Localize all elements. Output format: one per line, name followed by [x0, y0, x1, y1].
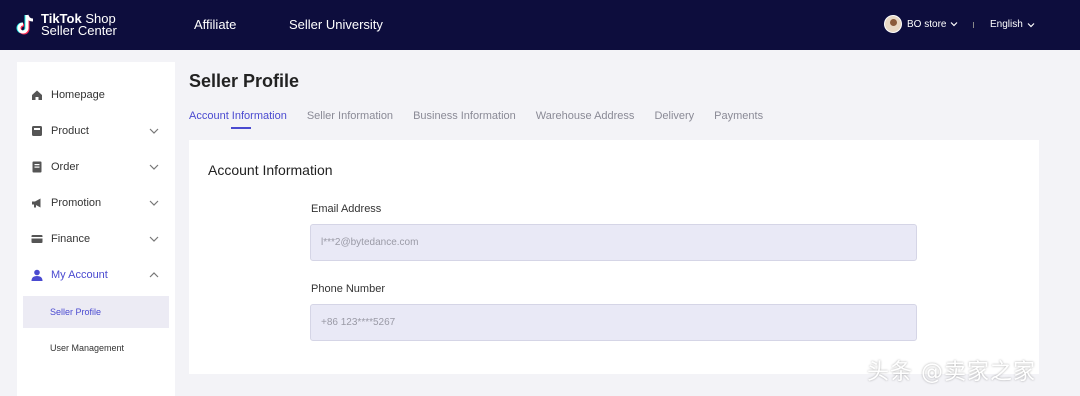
tab-warehouse-address[interactable]: Warehouse Address	[536, 110, 635, 122]
order-icon	[32, 161, 42, 173]
sidebar-item-label: Homepage	[51, 89, 105, 101]
language-label: English	[990, 19, 1023, 30]
phone-label: Phone Number	[311, 283, 385, 295]
chevron-down-icon	[149, 200, 159, 206]
email-field[interactable]	[310, 224, 917, 261]
divider	[973, 22, 974, 28]
page-title: Seller Profile	[189, 71, 300, 91]
tab-account-information[interactable]: Account Information	[189, 110, 287, 129]
sidebar-item-label: Product	[51, 125, 89, 137]
chevron-down-icon	[149, 128, 159, 134]
store-switcher[interactable]: BO store	[884, 15, 958, 33]
email-label: Email Address	[311, 203, 382, 215]
tab-payments[interactable]: Payments	[714, 110, 763, 122]
tab-business-information[interactable]: Business Information	[413, 110, 516, 122]
home-icon	[32, 90, 42, 100]
tab-seller-information[interactable]: Seller Information	[307, 110, 393, 122]
tiktok-logo-icon	[16, 14, 34, 35]
store-name: BO store	[907, 18, 947, 30]
sidebar-subitem-label: User Management	[50, 343, 125, 353]
chevron-down-icon	[951, 22, 958, 27]
sidebar-item-label: Finance	[51, 233, 91, 245]
tab-delivery[interactable]: Delivery	[654, 110, 694, 122]
profile-tabs: Account Information Seller Information B…	[189, 110, 783, 129]
watermark-text: 头条 @卖家之家	[867, 360, 1036, 385]
nav-affiliate[interactable]: Affiliate	[194, 17, 236, 32]
sidebar: Homepage Product Order Promotion Finance…	[17, 62, 175, 396]
avatar	[884, 15, 902, 33]
chevron-down-icon	[149, 236, 159, 242]
card-title: Account Information	[208, 162, 333, 178]
sidebar-item-homepage[interactable]: Homepage	[17, 77, 175, 113]
megaphone-icon	[32, 198, 41, 208]
phone-field[interactable]	[310, 304, 917, 341]
user-icon	[31, 269, 43, 281]
product-icon	[32, 126, 42, 136]
chevron-up-icon	[149, 272, 159, 278]
logo-subtitle: Seller Center	[41, 23, 117, 38]
sidebar-item-promotion[interactable]: Promotion	[17, 185, 175, 221]
account-information-card: Account Information Email Address Phone …	[189, 140, 1039, 374]
sidebar-item-order[interactable]: Order	[17, 149, 175, 185]
chevron-down-icon	[149, 164, 159, 170]
sidebar-item-my-account[interactable]: My Account	[17, 257, 175, 293]
sidebar-item-label: Promotion	[51, 197, 102, 209]
sidebar-subitem-seller-profile[interactable]: Seller Profile	[23, 296, 169, 328]
sidebar-item-product[interactable]: Product	[17, 113, 175, 149]
sidebar-item-label: My Account	[51, 269, 108, 281]
card-icon	[31, 235, 43, 243]
sidebar-item-label: Order	[51, 161, 80, 173]
top-bar: TikTok Shop Seller Center Affiliate Sell…	[0, 0, 1080, 50]
tiktok-shop-logo[interactable]: TikTok Shop Seller Center	[16, 12, 117, 38]
nav-seller-university[interactable]: Seller University	[289, 17, 383, 32]
chevron-down-icon	[1027, 22, 1035, 27]
sidebar-subitem-user-management[interactable]: User Management	[23, 332, 169, 364]
sidebar-item-finance[interactable]: Finance	[17, 221, 175, 257]
sidebar-subitem-label: Seller Profile	[50, 307, 102, 317]
language-selector[interactable]: English	[990, 19, 1035, 30]
